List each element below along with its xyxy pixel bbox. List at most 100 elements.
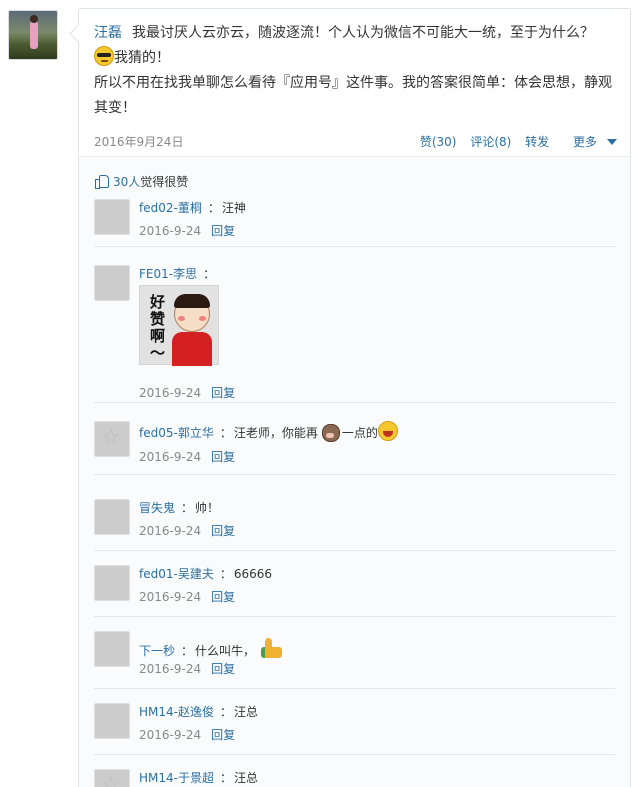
comment-divider — [94, 616, 615, 617]
commenter-name[interactable]: FE01-李思 — [139, 267, 197, 281]
comment-date: 2016-9-24 — [139, 524, 202, 538]
post-text-line-1: 我最讨厌人云亦云，随波逐流！个人认为微信不可能大一统，至于为什么？ — [132, 25, 594, 41]
comment-divider — [94, 688, 615, 689]
reply-button[interactable]: 回复 — [211, 662, 235, 676]
comment-separator: ： — [181, 644, 194, 658]
comment-meta: 2016-9-24 回复 — [139, 384, 235, 401]
reply-button[interactable]: 回复 — [211, 450, 235, 464]
more-label: 更多 — [572, 135, 597, 149]
comment-line: FE01-李思 ： — [139, 265, 217, 282]
comment-line: 冒失鬼 ：帅！ — [139, 499, 219, 516]
comment-text: 汪神 — [221, 201, 246, 215]
commenter-name[interactable]: HM14-于景超 — [139, 771, 214, 785]
reply-button[interactable]: 回复 — [211, 728, 235, 742]
cow-emoji-icon — [319, 421, 341, 442]
comment-sticker-image: 好赞啊～ — [139, 285, 219, 366]
comment-line: HM14-赵逸俊 ：汪总 — [139, 703, 258, 720]
post-text-paragraph-1: 汪磊 我最讨厌人云亦云，随波逐流！个人认为微信不可能大一统，至于为什么？ — [94, 21, 615, 46]
post-date: 2016年9月24日 — [94, 135, 184, 149]
commenter-avatar[interactable] — [94, 499, 130, 535]
commenter-avatar[interactable] — [94, 565, 130, 601]
comment-text-tail: 一点的 — [341, 426, 378, 440]
comment-divider — [94, 754, 615, 755]
comment-text: 汪总 — [234, 705, 259, 719]
more-button[interactable]: 更多 — [563, 135, 617, 149]
sunglasses-emoji-icon — [94, 46, 114, 66]
commenter-avatar[interactable] — [94, 199, 130, 235]
post-card: 汪磊 我最讨厌人云亦云，随波逐流！个人认为微信不可能大一统，至于为什么？ 我猜的！… — [78, 8, 631, 787]
comment-separator: ： — [219, 771, 232, 785]
post-text-paragraph-3: 所以不用在找我单聊怎么看待『应用号』这件事。我的答案很简单：体会思想，静观其变！ — [94, 75, 612, 116]
reply-button[interactable]: 回复 — [211, 590, 235, 604]
comment-date: 2016-9-24 — [139, 386, 202, 400]
post-actions: 赞(30) 评论(8) 转发 更多 — [410, 133, 617, 150]
thumbs-up-emoji-icon — [259, 637, 283, 659]
reply-button[interactable]: 回复 — [211, 524, 235, 538]
comment-date: 2016-9-24 — [139, 662, 202, 676]
comments-section: 30人觉得很赞 fed02-董桐：汪神 2016-9-24 回复 FE01-李思：… — [79, 156, 630, 787]
likes-suffix: 觉得很赞 — [140, 175, 189, 189]
comment-text: 什么叫牛， — [195, 644, 256, 658]
post-meta-bar: 2016年9月24日 赞(30) 评论(8) 转发 更多 — [94, 131, 617, 151]
reply-button[interactable]: 回复 — [211, 386, 235, 400]
comment-line: fed02-董桐 ：汪神 — [139, 199, 246, 216]
comment-meta: 2016-9-24 回复 — [139, 222, 235, 239]
comment-date: 2016-9-24 — [139, 450, 202, 464]
comment-divider — [94, 550, 615, 551]
comment-divider — [94, 402, 615, 403]
commenter-avatar[interactable] — [94, 265, 130, 301]
comment-date: 2016-9-24 — [139, 728, 202, 742]
comment-separator: ： — [181, 501, 194, 515]
commenter-name[interactable]: HM14-赵逸俊 — [139, 705, 214, 719]
sticker-text: 好赞啊～ — [150, 293, 166, 362]
commenter-avatar[interactable] — [94, 631, 130, 667]
avatar-figure-head — [30, 15, 38, 23]
commenter-name[interactable]: fed02-董桐 — [139, 201, 202, 215]
sticker-body — [172, 332, 212, 366]
comment-separator: ： — [219, 567, 232, 581]
like-button[interactable]: 赞(30) — [420, 135, 457, 149]
star-avatar-icon[interactable] — [94, 769, 130, 787]
grin-emoji-icon — [377, 421, 398, 441]
post-author-avatar[interactable] — [8, 10, 58, 60]
comment-divider — [94, 474, 615, 475]
sticker-cheek-right — [199, 316, 206, 321]
comment-meta: 2016-9-24 回复 — [139, 660, 235, 677]
likes-summary: 30人觉得很赞 — [95, 173, 188, 190]
commenter-name[interactable]: fed05-郭立华 — [139, 426, 214, 440]
comment-line: 下一秒 ：什么叫牛， — [139, 637, 283, 659]
comment-meta: 2016-9-24 回复 — [139, 448, 235, 465]
reply-button[interactable]: 回复 — [211, 224, 235, 238]
comment-separator: ： — [219, 426, 232, 440]
post-text-paragraph-2: 我猜的！ — [94, 46, 615, 71]
likes-count-link[interactable]: 30人 — [113, 175, 140, 189]
comment-separator: ： — [219, 705, 232, 719]
comment-meta: 2016-9-24 回复 — [139, 522, 235, 539]
comment-text: 汪总 — [234, 771, 259, 785]
commenter-name[interactable]: fed01-吴建夫 — [139, 567, 214, 581]
comment-text: 汪老师，你能再 — [233, 426, 318, 440]
comment-meta: 2016-9-24 回复 — [139, 726, 235, 743]
post-body: 汪磊 我最讨厌人云亦云，随波逐流！个人认为微信不可能大一统，至于为什么？ 我猜的！… — [79, 9, 630, 121]
post-text-line-2: 我猜的！ — [114, 50, 170, 66]
forward-button[interactable]: 转发 — [525, 135, 549, 149]
thumbs-up-icon — [95, 174, 109, 189]
comment-separator: ： — [203, 267, 216, 281]
comment-separator: ： — [207, 201, 220, 215]
sticker-cheek-left — [178, 316, 185, 321]
comment-meta: 2016-9-24 回复 — [139, 588, 235, 605]
comment-divider — [94, 246, 615, 247]
caret-down-icon — [607, 139, 617, 145]
comment-line: fed01-吴建夫 ： 66666 — [139, 565, 272, 582]
commenter-avatar[interactable] — [94, 703, 130, 739]
star-avatar-icon[interactable] — [94, 421, 130, 457]
comment-text: 帅！ — [195, 501, 220, 515]
comment-text: 66666 — [233, 567, 273, 581]
comment-date: 2016-9-24 — [139, 590, 202, 604]
comment-button[interactable]: 评论(8) — [470, 135, 511, 149]
commenter-name[interactable]: 下一秒 — [139, 644, 175, 658]
post-author-name[interactable]: 汪磊 — [94, 25, 122, 41]
comment-line: HM14-于景超 ：汪总 — [139, 769, 258, 786]
commenter-name[interactable]: 冒失鬼 — [139, 501, 175, 515]
avatar-figure — [30, 21, 38, 49]
